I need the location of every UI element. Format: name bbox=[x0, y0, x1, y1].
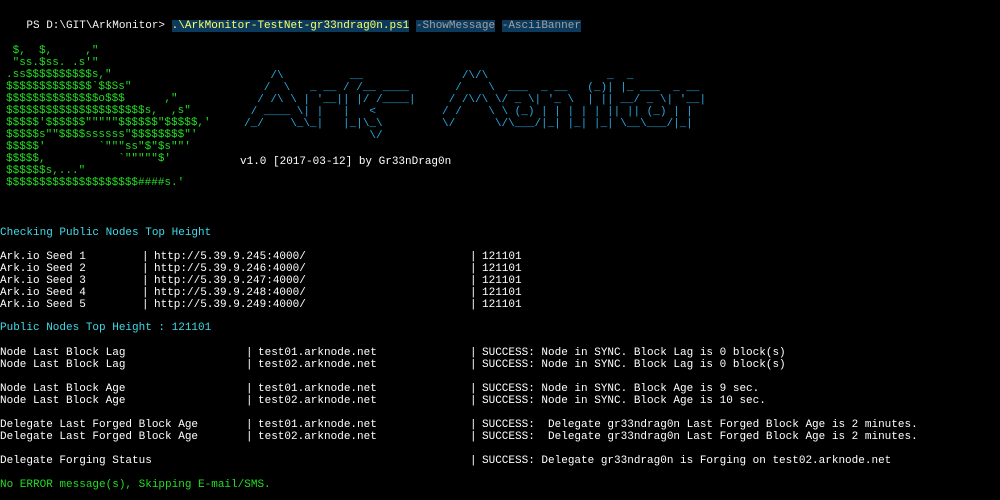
seed-sep: | bbox=[470, 263, 477, 275]
seed-sep: | bbox=[470, 251, 477, 263]
check-result: SUCCESS: Node in SYNC. Block Age is 9 se… bbox=[482, 383, 760, 395]
seed-sep: | bbox=[142, 275, 149, 287]
seed-url: http://5.39.9.247:4000/ bbox=[154, 275, 306, 287]
title-ascii-art: /\ __ /\/\ _ _ / \ _ __ / /__ ____ / \ _… bbox=[244, 70, 707, 142]
check-node: test01.arknode.net bbox=[258, 383, 377, 395]
check-sep: | bbox=[470, 431, 477, 443]
check-sep: | bbox=[470, 419, 477, 431]
check-label: Delegate Forging Status bbox=[0, 455, 152, 467]
top-height-summary: Public Nodes Top Height : 121101 bbox=[0, 322, 212, 334]
terminal-window[interactable]: PS D:\GIT\ArkMonitor> .\ArkMonitor-TestN… bbox=[0, 0, 1000, 500]
check-sep: | bbox=[470, 359, 477, 371]
check-result: SUCCESS: Delegate gr33ndrag0n Last Forge… bbox=[482, 419, 918, 431]
seed-sep: | bbox=[142, 299, 149, 311]
check-result: SUCCESS: Node in SYNC. Block Lag is 0 bl… bbox=[482, 347, 786, 359]
command-arg-showmessage: -ShowMessage bbox=[415, 20, 496, 32]
seed-url: http://5.39.9.249:4000/ bbox=[154, 299, 306, 311]
seed-url: http://5.39.9.248:4000/ bbox=[154, 287, 306, 299]
check-label: Delegate Last Forged Block Age bbox=[0, 431, 199, 443]
checking-heading: Checking Public Nodes Top Height bbox=[0, 227, 212, 239]
check-result: SUCCESS: Delegate gr33ndrag0n is Forging… bbox=[482, 455, 892, 467]
check-label: Node Last Block Lag bbox=[0, 359, 126, 371]
version-line: v1.0 [2017-03-12] by Gr33nDrag0n bbox=[240, 156, 452, 168]
check-result: SUCCESS: Node in SYNC. Block Lag is 0 bl… bbox=[482, 359, 786, 371]
command-line: PS D:\GIT\ArkMonitor> .\ArkMonitor-TestN… bbox=[0, 8, 581, 32]
check-sep: | bbox=[246, 359, 253, 371]
seed-name: Ark.io Seed 5 bbox=[0, 299, 86, 311]
seed-sep: | bbox=[470, 287, 477, 299]
seed-height: 121101 bbox=[482, 275, 522, 287]
check-sep: | bbox=[246, 347, 253, 359]
seed-height: 121101 bbox=[482, 287, 522, 299]
check-node: test02.arknode.net bbox=[258, 359, 377, 371]
seed-name: Ark.io Seed 3 bbox=[0, 275, 86, 287]
check-sep: | bbox=[470, 347, 477, 359]
check-label: Node Last Block Age bbox=[0, 383, 126, 395]
seed-sep: | bbox=[470, 275, 477, 287]
command-arg-asciibanner: -AsciiBanner bbox=[501, 20, 581, 32]
check-result: SUCCESS: Delegate gr33ndrag0n Last Forge… bbox=[482, 431, 918, 443]
seed-height: 121101 bbox=[482, 299, 522, 311]
seed-sep: | bbox=[142, 251, 149, 263]
seed-height: 121101 bbox=[482, 263, 522, 275]
check-result: SUCCESS: Node in SYNC. Block Age is 10 s… bbox=[482, 395, 766, 407]
check-label: Node Last Block Lag bbox=[0, 347, 126, 359]
seed-sep: | bbox=[142, 263, 149, 275]
ark-logo-ascii: $, $, ," "ss.$ss. .s'" .ss$$$$$$$$$$s," … bbox=[6, 45, 211, 189]
seed-url: http://5.39.9.245:4000/ bbox=[154, 251, 306, 263]
seed-name: Ark.io Seed 2 bbox=[0, 263, 86, 275]
check-sep: | bbox=[470, 383, 477, 395]
seed-sep: | bbox=[142, 287, 149, 299]
check-sep: | bbox=[470, 455, 477, 467]
seed-url: http://5.39.9.246:4000/ bbox=[154, 263, 306, 275]
check-sep: | bbox=[246, 431, 253, 443]
seed-sep: | bbox=[470, 299, 477, 311]
command-script: .\ArkMonitor-TestNet-gr33ndrag0n.ps1 bbox=[171, 20, 410, 32]
seed-name: Ark.io Seed 1 bbox=[0, 251, 86, 263]
check-node: test02.arknode.net bbox=[258, 395, 377, 407]
seed-height: 121101 bbox=[482, 251, 522, 263]
prompt: PS D:\GIT\ArkMonitor> bbox=[26, 20, 172, 32]
footer-message: No ERROR message(s), Skipping E-mail/SMS… bbox=[0, 479, 271, 491]
check-sep: | bbox=[470, 395, 477, 407]
check-label: Node Last Block Age bbox=[0, 395, 126, 407]
check-sep: | bbox=[246, 383, 253, 395]
seed-name: Ark.io Seed 4 bbox=[0, 287, 86, 299]
check-sep: | bbox=[246, 395, 253, 407]
check-sep: | bbox=[246, 419, 253, 431]
check-node: test01.arknode.net bbox=[258, 347, 377, 359]
check-label: Delegate Last Forged Block Age bbox=[0, 419, 199, 431]
check-node: test02.arknode.net bbox=[258, 431, 377, 443]
check-node: test01.arknode.net bbox=[258, 419, 377, 431]
